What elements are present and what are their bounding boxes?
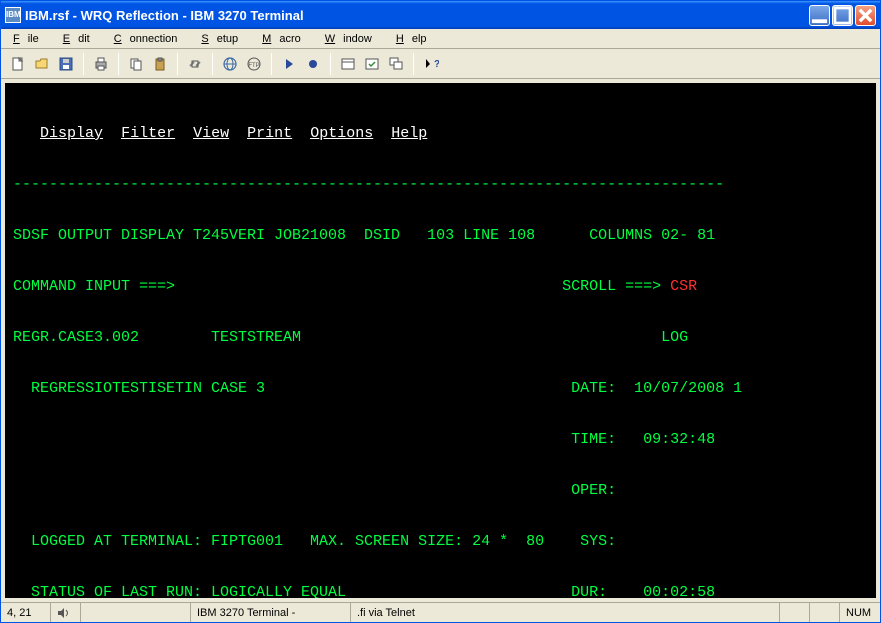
globe-icon — [222, 56, 238, 72]
term-menu-filter[interactable]: Filter — [121, 125, 175, 142]
command-input-row: COMMAND INPUT ===> SCROLL ===> CSR — [5, 278, 876, 295]
term-menu-row: Display Filter View Print Options Help — [5, 125, 876, 142]
statusbar: 4, 21 IBM 3270 Terminal - .fi via Telnet… — [1, 602, 880, 622]
maximize-button[interactable] — [832, 5, 853, 26]
menu-setup[interactable]: Setup — [193, 31, 254, 47]
svg-text:?: ? — [434, 59, 439, 70]
window1-button[interactable] — [337, 53, 359, 75]
status-pad1 — [780, 603, 810, 622]
save-disk-icon — [58, 56, 74, 72]
save-button[interactable] — [55, 53, 77, 75]
scroll-value[interactable]: CSR — [670, 278, 697, 295]
record-button[interactable] — [302, 53, 324, 75]
ftp-icon: FTP — [246, 56, 262, 72]
desc-line: REGRESSIOTESTISETIN CASE 3 DATE: 10/07/2… — [5, 380, 876, 397]
open-folder-icon — [34, 56, 50, 72]
sound-icon — [57, 607, 71, 619]
help-button[interactable]: ? — [420, 53, 442, 75]
status-term: IBM 3270 Terminal - — [191, 603, 351, 622]
window2-button[interactable] — [361, 53, 383, 75]
copy-icon — [128, 56, 144, 72]
window-icon — [340, 56, 356, 72]
menu-help[interactable]: Help — [388, 31, 443, 47]
logged-line: LOGGED AT TERMINAL: FIPTG001 MAX. SCREEN… — [5, 533, 876, 550]
oper-line: OPER: — [5, 482, 876, 499]
menu-edit[interactable]: Edit — [55, 31, 106, 47]
term-menu-view[interactable]: View — [193, 125, 229, 142]
menubar: File Edit Connection Setup Macro Window … — [1, 29, 880, 49]
menu-macro[interactable]: Macro — [254, 31, 317, 47]
status-coords: 4, 21 — [1, 603, 51, 622]
window-title: IBM.rsf - WRQ Reflection - IBM 3270 Term… — [25, 8, 809, 23]
connect-icon — [187, 56, 203, 72]
status-conn: .fi via Telnet — [351, 603, 780, 622]
time-line: TIME: 09:32:48 — [5, 431, 876, 448]
status-sound — [51, 603, 81, 622]
minimize-button[interactable] — [809, 5, 830, 26]
status-blank — [81, 603, 191, 622]
open-button[interactable] — [31, 53, 53, 75]
ftp-button[interactable]: FTP — [243, 53, 265, 75]
paste-button[interactable] — [149, 53, 171, 75]
web-button[interactable] — [219, 53, 241, 75]
titlebar[interactable]: IBM IBM.rsf - WRQ Reflection - IBM 3270 … — [1, 1, 880, 29]
status-run-line: STATUS OF LAST RUN: LOGICALLY EQUAL DUR:… — [5, 584, 876, 598]
copy-button[interactable] — [125, 53, 147, 75]
term-menu-display[interactable]: Display — [40, 125, 103, 142]
term-menu-help[interactable]: Help — [391, 125, 427, 142]
help-arrow-icon: ? — [423, 56, 439, 72]
terminal-screen[interactable]: Display Filter View Print Options Help -… — [5, 83, 876, 598]
menu-window[interactable]: Window — [317, 31, 388, 47]
window3-button[interactable] — [385, 53, 407, 75]
status-pad2 — [810, 603, 840, 622]
windows-icon — [388, 56, 404, 72]
term-divider: ----------------------------------------… — [5, 176, 876, 193]
term-menu-options[interactable]: Options — [310, 125, 373, 142]
toolbar: FTP ? — [1, 49, 880, 79]
term-menu-print[interactable]: Print — [247, 125, 292, 142]
new-button[interactable] — [7, 53, 29, 75]
close-button[interactable] — [855, 5, 876, 26]
status-numlock: NUM — [840, 603, 880, 622]
printer-icon — [93, 56, 109, 72]
sdsf-header: SDSF OUTPUT DISPLAY T245VERI JOB21008 DS… — [5, 227, 876, 244]
app-window: IBM IBM.rsf - WRQ Reflection - IBM 3270 … — [0, 0, 881, 623]
window-check-icon — [364, 56, 380, 72]
play-icon — [281, 56, 297, 72]
menu-file[interactable]: File — [5, 31, 55, 47]
print-button[interactable] — [90, 53, 112, 75]
record-icon — [305, 56, 321, 72]
menu-connection[interactable]: Connection — [106, 31, 194, 47]
new-file-icon — [10, 56, 26, 72]
connect-button[interactable] — [184, 53, 206, 75]
svg-text:FTP: FTP — [248, 63, 259, 69]
case-line: REGR.CASE3.002 TESTSTREAM LOG — [5, 329, 876, 346]
app-icon: IBM — [5, 7, 21, 23]
play-button[interactable] — [278, 53, 300, 75]
paste-icon — [152, 56, 168, 72]
